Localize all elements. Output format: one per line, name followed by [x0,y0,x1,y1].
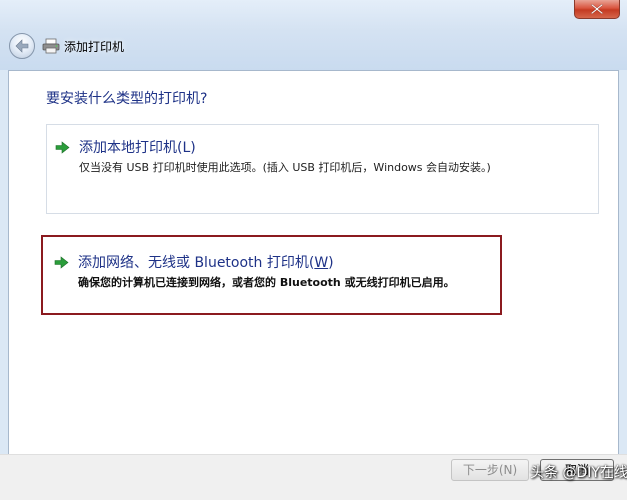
next-button[interactable]: 下一步(N) [451,459,529,481]
watermark-text: 头条 @DIY在线 [530,465,627,481]
option-title-suffix: ) [328,255,334,271]
option-description: 仅当没有 USB 打印机时使用此选项。(插入 USB 打印机后，Windows … [79,161,491,174]
add-local-printer-option[interactable]: 添加本地打印机(L) 仅当没有 USB 打印机时使用此选项。(插入 USB 打印… [46,124,599,214]
add-network-printer-option[interactable]: 添加网络、无线或 Bluetooth 打印机(W) 确保您的计算机已连接到网络，… [41,235,502,315]
green-arrow-icon [55,141,70,154]
back-arrow-icon [15,39,29,53]
printer-icon [42,38,60,54]
back-button[interactable] [9,33,35,59]
option-title-text: 添加网络、无线或 Bluetooth 打印机( [78,255,315,271]
green-arrow-icon [54,256,69,269]
window-titlebar [0,0,627,70]
option-title: 添加本地打印机(L) [79,140,196,156]
option-access-key: W [314,255,329,271]
close-button[interactable] [574,0,620,19]
option-title: 添加网络、无线或 Bluetooth 打印机(W) [78,252,334,272]
option-description: 确保您的计算机已连接到网络，或者您的 Bluetooth 或无线打印机已启用。 [78,276,455,289]
window-title: 添加打印机 [64,40,125,54]
close-icon [591,4,603,14]
page-question: 要安装什么类型的打印机? [46,91,208,107]
